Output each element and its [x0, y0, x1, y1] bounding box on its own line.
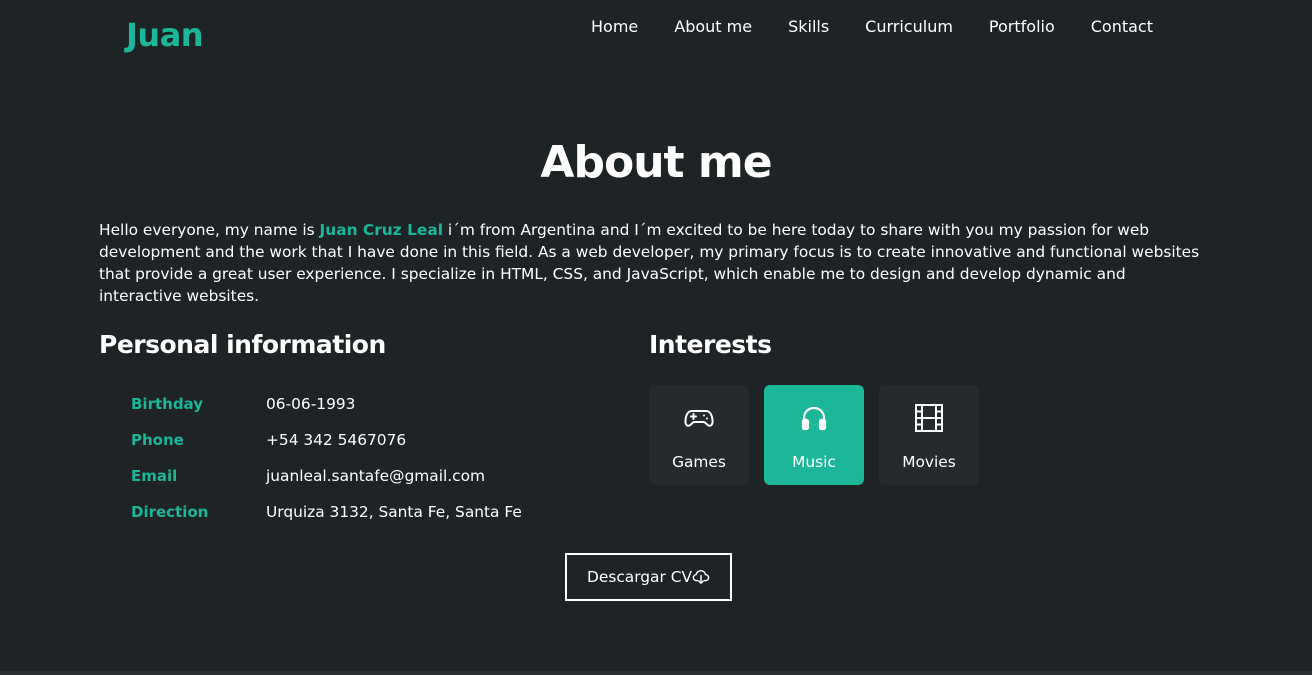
nav-contact[interactable]: Contact — [1091, 17, 1153, 36]
interest-card-games[interactable]: Games — [649, 385, 749, 485]
nav-curriculum[interactable]: Curriculum — [865, 17, 953, 36]
info-key: Phone — [131, 431, 184, 449]
download-cv-button[interactable]: Descargar CV — [565, 553, 732, 601]
intro-name: Juan Cruz Leal — [319, 221, 443, 239]
page-title: About me — [540, 137, 772, 188]
interests-heading: Interests — [649, 330, 772, 359]
personal-info-heading: Personal information — [99, 330, 386, 359]
info-row-email: Email juanleal.santafe@gmail.com — [131, 458, 571, 494]
interest-card-movies[interactable]: Movies — [879, 385, 979, 485]
info-row-birthday: Birthday 06-06-1993 — [131, 386, 571, 422]
nav-skills[interactable]: Skills — [788, 17, 829, 36]
logo[interactable]: Juan — [126, 16, 204, 54]
info-row-direction: Direction Urquiza 3132, Santa Fe, Santa … — [131, 494, 571, 530]
info-value: 06-06-1993 — [266, 395, 356, 413]
interest-label: Games — [672, 453, 726, 471]
info-value: +54 342 5467076 — [266, 431, 407, 449]
personal-info-list: Birthday 06-06-1993 Phone +54 342 546707… — [131, 386, 571, 530]
nav-portfolio[interactable]: Portfolio — [989, 17, 1055, 36]
nav-home[interactable]: Home — [591, 17, 638, 36]
headphones-icon — [801, 406, 827, 431]
download-cv-label: Descargar CV — [587, 568, 692, 586]
interest-card-music[interactable]: Music — [764, 385, 864, 485]
film-icon — [915, 404, 943, 432]
info-key: Email — [131, 467, 178, 485]
interest-label: Music — [792, 453, 836, 471]
intro-text-start: Hello everyone, my name is — [99, 221, 320, 239]
info-row-phone: Phone +54 342 5467076 — [131, 422, 571, 458]
info-key: Direction — [131, 503, 209, 521]
main-nav: Home About me Skills Curriculum Portfoli… — [591, 16, 1153, 38]
cloud-download-icon — [692, 569, 710, 585]
gamepad-icon — [684, 410, 714, 427]
nav-about-me[interactable]: About me — [674, 17, 752, 36]
page: Juan Home About me Skills Curriculum Por… — [0, 0, 1312, 675]
info-key: Birthday — [131, 395, 203, 413]
interest-label: Movies — [902, 453, 956, 471]
intro-paragraph: Hello everyone, my name is Juan Cruz Lea… — [99, 219, 1209, 307]
info-value: juanleal.santafe@gmail.com — [266, 467, 486, 485]
info-value: Urquiza 3132, Santa Fe, Santa Fe — [266, 503, 522, 521]
footer-divider — [0, 671, 1312, 675]
interests-list: Games Music Movies — [649, 385, 979, 485]
